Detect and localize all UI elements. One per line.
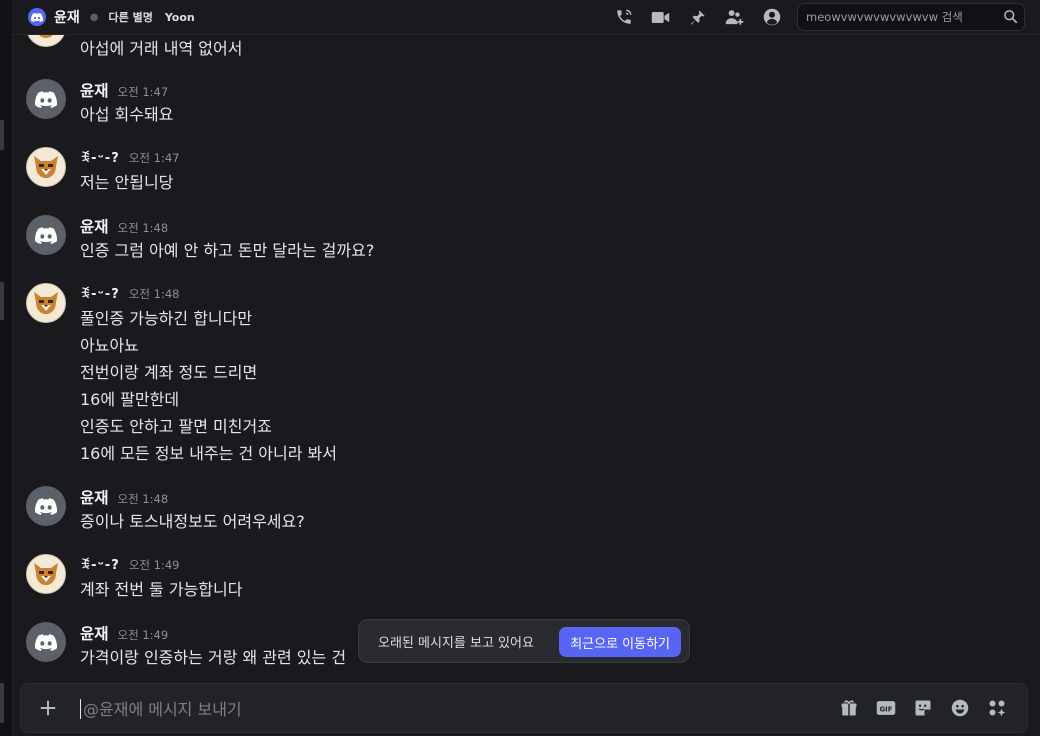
rail-indicator [0, 282, 4, 320]
message-content: 인증도 안하고 팔면 미친거죠 [80, 417, 272, 436]
add-friend-icon[interactable] [716, 0, 753, 34]
search-placeholder: meowvwvwvwvwvwvw 검색 [806, 10, 963, 24]
emoji-icon[interactable] [941, 684, 978, 732]
message-header: 윤재 오전 1:48 [80, 486, 168, 508]
phone-call-icon[interactable] [605, 0, 642, 34]
message-content: 16에 모든 정보 내주는 건 아니라 봐서 [80, 444, 337, 463]
message-content: 인증 그럼 아예 안 하고 돈만 달라는 걸까요? [80, 241, 375, 260]
cat-avatar-icon [39, 35, 53, 38]
avatar[interactable] [26, 622, 66, 662]
cat-avatar-icon [34, 156, 58, 178]
discord-logo-icon [35, 226, 57, 244]
discord-logo-icon [35, 633, 57, 651]
message-header: ꉂ-ᵕ-? 오전 1:47 [80, 149, 179, 166]
avatar[interactable] [26, 486, 66, 526]
search-box[interactable]: meowvwvwvwvwvwvw 검색 [797, 3, 1025, 31]
channel-header: 윤재 ● 다른 별명 Yoon meowvwvwvwvwvwvw 검색 [12, 0, 1040, 35]
cat-avatar-icon [34, 292, 58, 314]
avatar[interactable] [26, 147, 66, 187]
alias-value: Yoon [164, 10, 195, 24]
message-composer: GIF [20, 683, 1028, 733]
message-header: 윤재 오전 1:49 [80, 622, 168, 644]
svg-text:GIF: GIF [879, 705, 892, 713]
rail-indicator [0, 120, 4, 150]
message-content: 풀인증 가능하긴 합니다만 [80, 309, 253, 328]
search-icon[interactable] [1003, 9, 1018, 24]
author-name[interactable]: ꉂ-ᵕ-? [80, 285, 120, 302]
sticker-icon[interactable] [904, 684, 941, 732]
author-name[interactable]: 윤재 [80, 622, 109, 644]
message-header: 윤재 오전 1:47 [80, 79, 168, 101]
profile-icon[interactable] [753, 0, 790, 34]
author-name[interactable]: 윤재 [80, 215, 109, 237]
dm-name[interactable]: 윤재 [54, 7, 80, 27]
rail-indicator [0, 683, 4, 723]
message-header: 윤재 오전 1:48 [80, 215, 168, 237]
plus-icon [40, 700, 56, 716]
avatar[interactable] [26, 283, 66, 323]
video-call-icon[interactable] [642, 0, 679, 34]
message-content: 증이나 토스내정보도 어려우세요? [80, 512, 305, 531]
jump-to-present-button[interactable]: 최근으로 이동하기 [559, 627, 681, 657]
avatar[interactable] [26, 554, 66, 594]
message-input[interactable] [81, 692, 685, 726]
separator-dot: ● [89, 11, 99, 23]
timestamp: 오전 1:47 [117, 85, 169, 99]
timestamp: 오전 1:48 [117, 221, 169, 235]
gift-icon[interactable] [830, 684, 867, 732]
timestamp: 오전 1:49 [128, 558, 180, 572]
avatar[interactable] [26, 35, 66, 47]
timestamp: 오전 1:49 [117, 628, 169, 642]
author-name[interactable]: ꉂ-ᵕ-? [80, 556, 120, 573]
alias-label: 다른 별명 [108, 11, 153, 24]
discord-logo-icon [35, 90, 57, 108]
message-header: ꉂ-ᵕ-? 오전 1:49 [80, 556, 179, 573]
avatar[interactable] [26, 215, 66, 255]
header-toolbar [605, 0, 790, 34]
message-header: ꉂ-ᵕ-? 오전 1:48 [80, 285, 179, 302]
author-name[interactable]: 윤재 [80, 79, 109, 101]
message-content: 아뇨아뇨 [80, 336, 139, 355]
author-name[interactable]: ꉂ-ᵕ-? [80, 149, 120, 166]
old-messages-text: 오래된 메시지를 보고 있어요 [378, 635, 534, 651]
avatar[interactable] [26, 79, 66, 119]
pin-icon[interactable] [679, 0, 716, 34]
message-content: 아섭에 거래 내역 없어서 [80, 39, 243, 58]
discord-logo-icon [35, 497, 57, 515]
message-content: 16에 팔만한데 [80, 390, 180, 409]
author-name[interactable]: 윤재 [80, 486, 109, 508]
gif-icon[interactable]: GIF [867, 684, 904, 732]
old-messages-notice: 오래된 메시지를 보고 있어요 최근으로 이동하기 [358, 619, 690, 663]
timestamp: 오전 1:47 [128, 151, 180, 165]
message-list[interactable]: 아섭에 거래 내역 없어서 윤재 오전 1:47 아섭 회수돼요 ꉂ-ᵕ-? 오… [12, 35, 1040, 682]
message-content: 가격이랑 인증하는 거랑 왜 관련 있는 건 [80, 648, 347, 667]
message-content: 아섭 회수돼요 [80, 105, 174, 124]
dm-avatar[interactable] [28, 8, 46, 26]
message-content: 전번이랑 계좌 정도 드리면 [80, 363, 258, 382]
composer-tools: GIF [830, 684, 1015, 732]
message-content: 계좌 전번 둘 가능합니다 [80, 580, 243, 599]
message-content: 저는 안됩니당 [80, 173, 174, 192]
timestamp: 오전 1:48 [128, 287, 180, 301]
discord-logo-icon [31, 12, 43, 22]
cat-avatar-icon [34, 563, 58, 585]
timestamp: 오전 1:48 [117, 492, 169, 506]
upload-button[interactable] [35, 695, 61, 721]
apps-icon[interactable] [978, 684, 1015, 732]
